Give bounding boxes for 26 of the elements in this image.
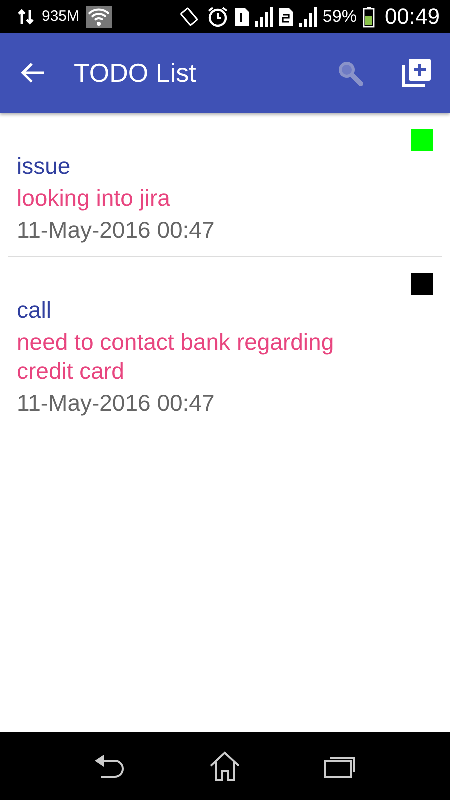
add-icon (402, 58, 432, 88)
todo-description: need to contact bank regarding credit card (17, 328, 336, 386)
todo-date: 11-May-2016 00:47 (17, 390, 216, 417)
todo-title: call (17, 297, 53, 324)
todo-description: looking into jira (17, 184, 172, 213)
battery-icon (362, 6, 375, 28)
signal-icon (298, 6, 317, 26)
clock: 00:49 (384, 4, 440, 30)
data-usage: 935M (42, 8, 80, 25)
home-icon (209, 751, 241, 781)
signal-icon (254, 6, 273, 26)
wifi-icon (86, 6, 112, 28)
sim-icon (234, 8, 249, 26)
sim-icon (278, 8, 293, 26)
battery-percent: 59% (322, 6, 357, 26)
todo-date: 11-May-2016 00:47 (17, 217, 216, 244)
todo-title: issue (17, 153, 72, 180)
search-icon (336, 59, 364, 87)
rotate-icon (178, 6, 201, 28)
back-icon (20, 61, 46, 85)
todo-item[interactable]: call need to contact bank regarding credit card 11-May-2016 00:47 (8, 257, 442, 429)
back-icon (93, 753, 127, 779)
sync-icon (16, 6, 36, 26)
todo-item[interactable]: issue looking into jira 11-May-2016 00:47 (8, 113, 442, 257)
alarm-icon (206, 6, 229, 28)
screen-title: TODO List (74, 58, 196, 88)
